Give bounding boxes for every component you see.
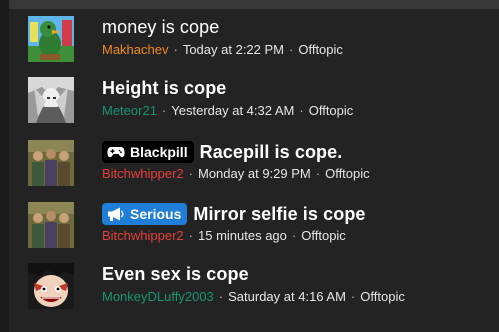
prefix-badge-blackpill[interactable]: Blackpill (102, 141, 194, 163)
thread-title[interactable]: Even sex is cope (102, 264, 249, 285)
meta-separator: · (299, 103, 304, 118)
prefix-label: Blackpill (130, 144, 188, 160)
thread-title-line: Blackpill Racepill is cope. (102, 141, 342, 163)
duck-cartoon-avatar[interactable] (28, 16, 74, 62)
thread-author[interactable]: Bitchwhipper2 (102, 228, 184, 243)
thread-meta: Makhachev · Today at 2:22 PM · Offtopic (102, 42, 343, 57)
grayscale-figure-avatar[interactable] (28, 77, 74, 123)
thread-title-line: Serious Mirror selfie is cope (102, 203, 366, 225)
thread-title[interactable]: Racepill is cope. (200, 142, 343, 163)
top-bar (0, 0, 499, 9)
thread-item[interactable]: money is cope Makhachev · Today at 2:22 PM… (28, 16, 488, 62)
meta-separator: · (291, 228, 297, 243)
thread-title[interactable]: Mirror selfie is cope (193, 204, 365, 225)
thread-time[interactable]: Yesterday at 4:32 AM (171, 103, 294, 118)
thread-author[interactable]: Makhachev (102, 42, 168, 57)
thread-forum[interactable]: Offtopic (298, 42, 343, 57)
thread-time[interactable]: 15 minutes ago (198, 228, 287, 243)
prefix-badge-serious[interactable]: Serious (102, 203, 188, 225)
thread-item[interactable]: Height is cope Meteor21 · Yesterday at 4:3… (28, 77, 488, 123)
thread-title[interactable]: Height is cope (102, 78, 226, 99)
meta-separator: · (218, 289, 224, 304)
thread-time[interactable]: Monday at 9:29 PM (198, 166, 311, 181)
left-rail (0, 0, 9, 332)
thread-item[interactable]: Blackpill Racepill is cope. Bitchwhipper… (28, 140, 488, 186)
thread-time[interactable]: Saturday at 4:16 AM (228, 289, 346, 304)
thread-author[interactable]: Bitchwhipper2 (102, 166, 184, 181)
group-photo-avatar[interactable] (28, 202, 74, 248)
thread-meta: Meteor21 · Yesterday at 4:32 AM · Offtopic (102, 103, 353, 118)
anime-character-avatar[interactable] (28, 263, 74, 309)
meta-separator: · (188, 228, 193, 243)
group-photo-avatar[interactable] (28, 140, 74, 186)
thread-meta: Bitchwhipper2 · Monday at 9:29 PM · Offtopic (102, 166, 370, 181)
thread-meta: Bitchwhipper2 · 15 minutes ago · Offtopic (102, 228, 346, 243)
meta-separator: · (289, 42, 294, 57)
thread-item[interactable]: Even sex is cope MonkeyDLuffy2003 · Saturd… (28, 263, 488, 309)
meta-separator: · (188, 166, 193, 181)
thread-forum[interactable]: Offtopic (301, 228, 346, 243)
gamepad-icon (107, 147, 125, 158)
meta-separator: · (173, 42, 178, 57)
thread-author[interactable]: Meteor21 (102, 103, 157, 118)
thread-author[interactable]: MonkeyDLuffy2003 (102, 289, 214, 304)
thread-forum[interactable]: Offtopic (325, 166, 370, 181)
prefix-label: Serious (130, 206, 182, 222)
meta-separator: · (350, 289, 356, 304)
thread-title-line: Even sex is cope (102, 264, 249, 285)
thread-title-line: money is cope (102, 17, 219, 38)
thread-title[interactable]: money is cope (102, 17, 219, 38)
thread-title-line: Height is cope (102, 78, 226, 99)
thread-forum[interactable]: Offtopic (309, 103, 354, 118)
meta-separator: · (161, 103, 167, 118)
thread-time[interactable]: Today at 2:22 PM (183, 42, 284, 57)
meta-separator: · (315, 166, 321, 181)
megaphone-icon (108, 207, 124, 221)
thread-forum[interactable]: Offtopic (360, 289, 405, 304)
thread-item[interactable]: Serious Mirror selfie is cope Bitchwhipp… (28, 202, 488, 248)
thread-meta: MonkeyDLuffy2003 · Saturday at 4:16 AM · Off… (102, 289, 405, 304)
